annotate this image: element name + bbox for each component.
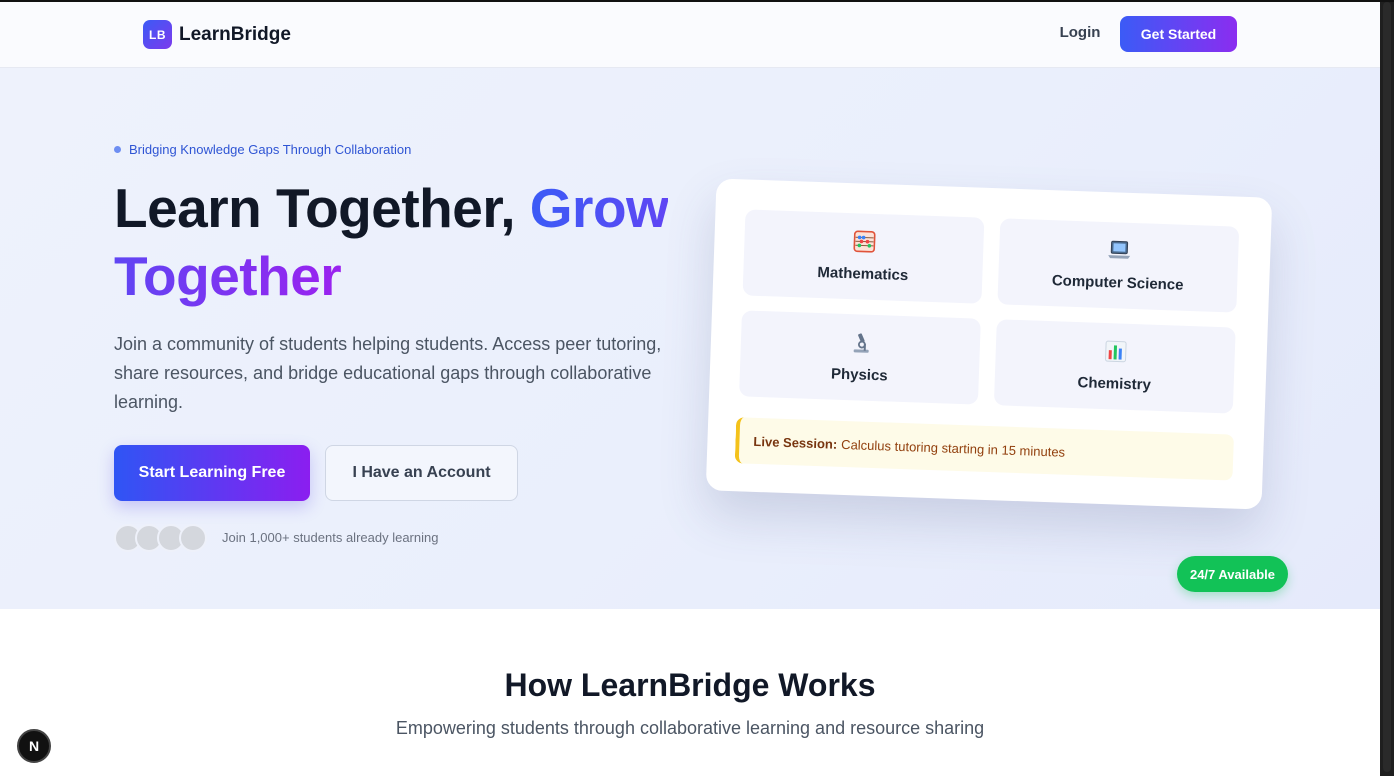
have-account-button[interactable]: I Have an Account (325, 445, 518, 501)
site-header: LB LearnBridge Login Get Started (0, 2, 1380, 68)
subject-label: Chemistry (1077, 374, 1152, 394)
hero-tagline: Bridging Knowledge Gaps Through Collabor… (114, 142, 411, 157)
login-link[interactable]: Login (1048, 24, 1112, 41)
laptop-icon (1106, 239, 1131, 267)
hero-description: Join a community of students helping stu… (114, 334, 662, 412)
dev-tools-badge[interactable]: N (17, 729, 51, 763)
subject-label: Mathematics (817, 263, 909, 285)
hero-section: Bridging Knowledge Gaps Through Collabor… (0, 68, 1380, 609)
how-it-works-subtitle: Empowering students through collaborativ… (395, 718, 985, 738)
window-top-edge (0, 0, 1394, 2)
subject-physics[interactable]: Physics (739, 310, 981, 405)
how-it-works-title: How LearnBridge Works (504, 667, 876, 703)
bar-chart-icon (1104, 340, 1127, 368)
hero-tagline-text: Bridging Knowledge Gaps Through Collabor… (129, 142, 412, 157)
start-learning-button[interactable]: Start Learning Free (114, 445, 310, 501)
subject-label: Physics (830, 365, 888, 385)
abacus-icon (852, 230, 876, 258)
hero-title-part1: Learn Together, (114, 177, 530, 239)
hero-title: Learn Together, Grow Together (114, 174, 714, 310)
logo-icon[interactable]: LB (143, 20, 172, 49)
subject-label: Computer Science (1051, 272, 1184, 294)
microscope-icon (849, 331, 872, 359)
avatar (179, 524, 207, 552)
live-session-label: Live Session: (753, 433, 838, 452)
availability-badge: 24/7 Available (1177, 556, 1288, 592)
subject-chemistry[interactable]: Chemistry (993, 319, 1236, 414)
get-started-button[interactable]: Get Started (1120, 16, 1237, 52)
live-session-text: Calculus tutoring starting in 15 minutes (840, 436, 1066, 460)
live-session-banner[interactable]: Live Session: Calculus tutoring starting… (734, 417, 1234, 481)
subjects-card: Mathematics Computer Science Physics Che… (705, 178, 1273, 510)
subject-computer-science[interactable]: Computer Science (997, 218, 1240, 313)
subject-mathematics[interactable]: Mathematics (742, 209, 985, 304)
scrollbar-thumb[interactable] (1383, 2, 1391, 772)
social-proof-text: Join 1,000+ students already learning (222, 530, 439, 545)
scrollbar[interactable] (1380, 0, 1394, 776)
dot-icon (114, 146, 121, 153)
page: LB LearnBridge Login Get Started Bridgin… (0, 0, 1380, 776)
logo-text[interactable]: LearnBridge (179, 24, 291, 46)
avatar-group (114, 524, 214, 552)
